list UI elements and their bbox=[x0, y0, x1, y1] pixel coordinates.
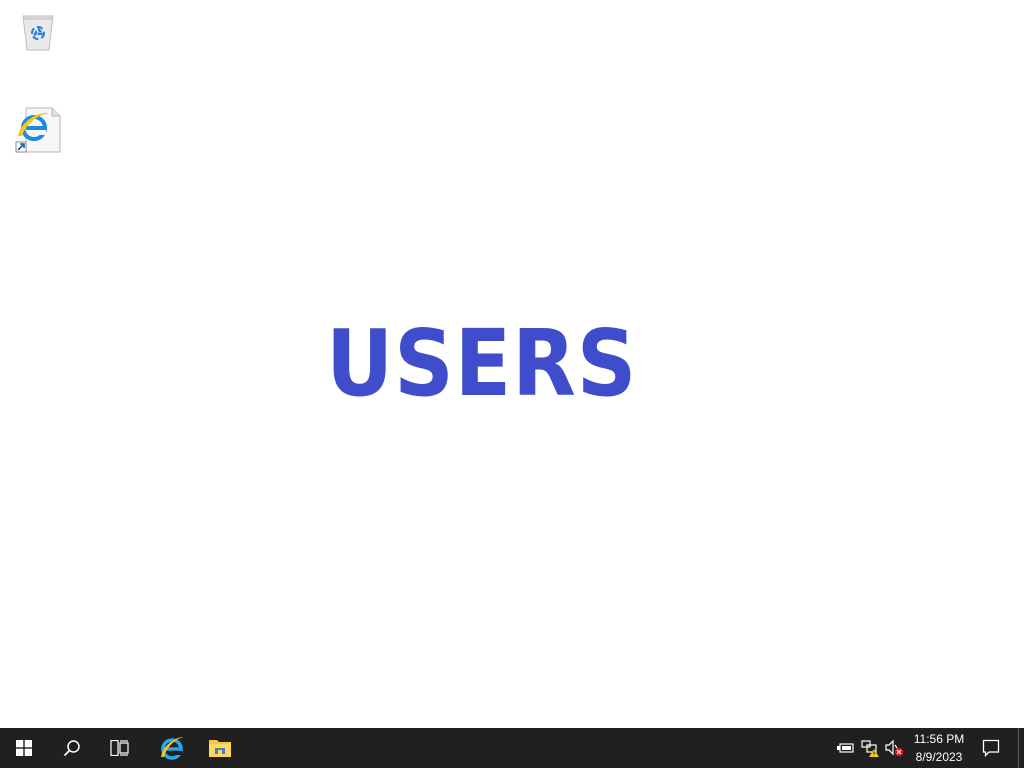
desktop: USERS bbox=[0, 0, 1024, 728]
search-icon bbox=[63, 740, 80, 757]
task-view-button[interactable] bbox=[96, 728, 144, 768]
taskbar-file-explorer[interactable] bbox=[196, 728, 244, 768]
recycle-bin-icon[interactable] bbox=[14, 6, 62, 54]
action-center-icon bbox=[982, 739, 1000, 757]
action-center-button[interactable] bbox=[968, 728, 1014, 768]
internet-explorer-icon bbox=[161, 737, 183, 760]
power-icon[interactable] bbox=[836, 738, 856, 758]
network-warning-icon[interactable] bbox=[860, 738, 880, 758]
search-button[interactable] bbox=[48, 728, 96, 768]
system-clock[interactable]: 11:56 PM 8/9/2023 bbox=[906, 728, 972, 768]
wallpaper-title: USERS bbox=[326, 310, 638, 417]
clock-date: 8/9/2023 bbox=[915, 750, 963, 764]
volume-muted-icon[interactable] bbox=[884, 738, 904, 758]
task-view-icon bbox=[110, 740, 129, 756]
show-desktop-button[interactable] bbox=[1018, 728, 1024, 768]
taskbar-internet-explorer[interactable] bbox=[148, 728, 196, 768]
start-button[interactable] bbox=[0, 728, 48, 768]
clock-time: 11:56 PM bbox=[913, 732, 965, 746]
start-icon bbox=[16, 740, 32, 756]
internet-explorer-shortcut-icon[interactable] bbox=[14, 106, 62, 154]
file-explorer-icon bbox=[209, 740, 231, 757]
taskbar: 11:56 PM 8/9/2023 bbox=[0, 728, 1024, 768]
